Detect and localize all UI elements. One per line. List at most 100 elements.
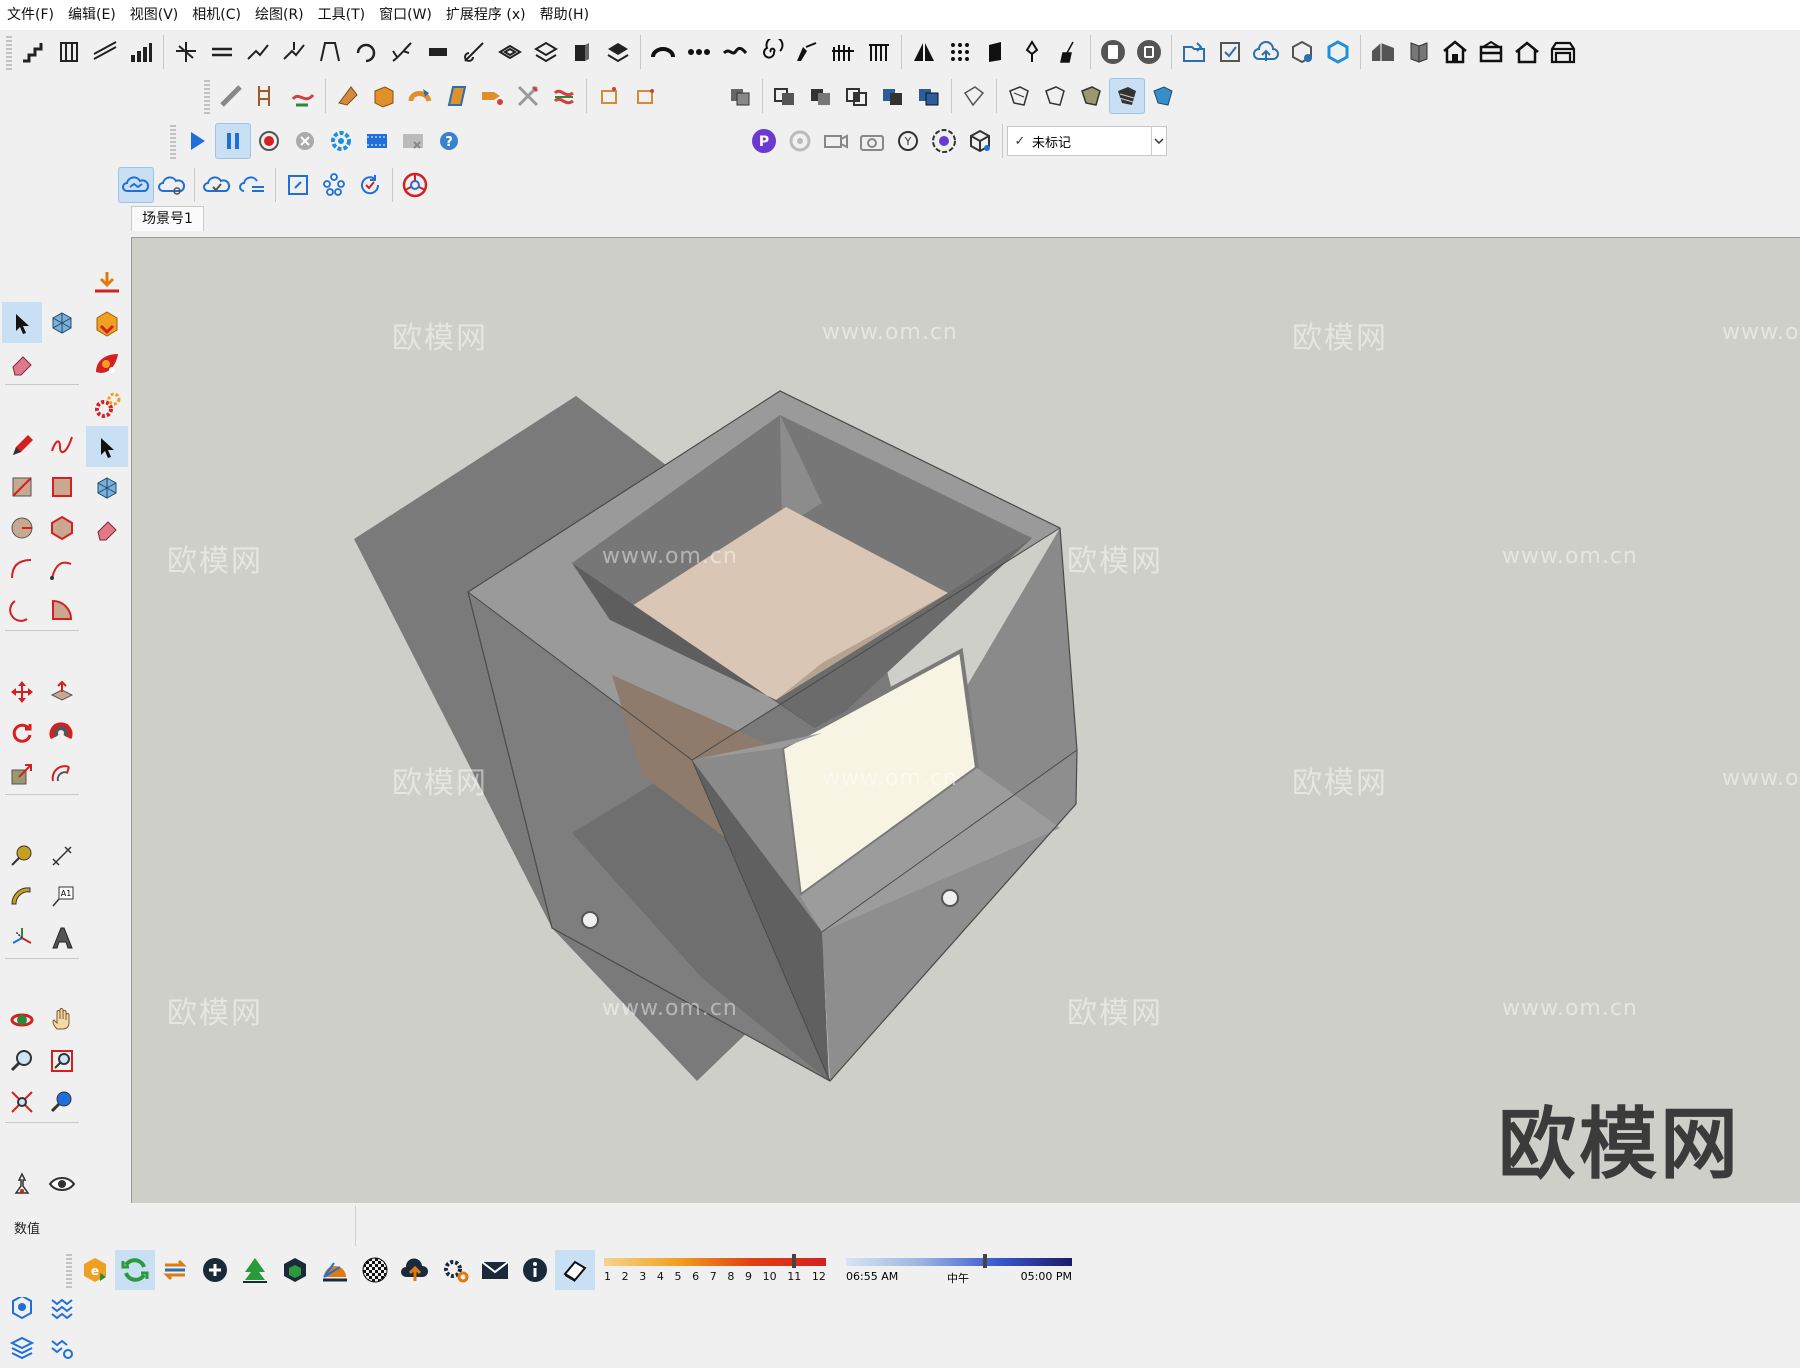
month-thumb[interactable] xyxy=(792,1254,796,1268)
join-icon[interactable] xyxy=(240,34,276,70)
scene-tab[interactable]: 场景号1 xyxy=(131,206,204,231)
rotated-rect-icon[interactable] xyxy=(42,466,82,507)
two-point-arc-icon[interactable] xyxy=(42,548,82,589)
dimension-icon[interactable] xyxy=(42,835,82,876)
3d-text-icon[interactable] xyxy=(42,917,82,958)
time-slider[interactable]: 06:55 AM 中午 05:00 PM xyxy=(846,1252,1072,1290)
hex-cube-icon[interactable] xyxy=(275,1250,315,1290)
menu-window[interactable]: 窗口(W) xyxy=(372,0,439,30)
bars-icon[interactable] xyxy=(123,34,159,70)
select-arrow-2-icon[interactable] xyxy=(86,426,128,467)
door-panel-icon[interactable] xyxy=(1401,34,1437,70)
three-point-arc-icon[interactable] xyxy=(2,589,42,630)
previous-view-icon[interactable] xyxy=(42,1081,82,1122)
flower-plugin-icon[interactable] xyxy=(926,123,962,159)
timer-y-icon[interactable]: Y xyxy=(890,123,926,159)
month-slider[interactable]: 1 2 3 4 5 6 7 8 9 10 11 12 xyxy=(604,1252,826,1290)
offset-icon[interactable] xyxy=(42,753,82,794)
toolbar-grip[interactable] xyxy=(6,34,12,70)
look-around-icon[interactable] xyxy=(42,1163,82,1204)
arc-icon[interactable] xyxy=(2,548,42,589)
checkbox-icon[interactable] xyxy=(1212,34,1248,70)
twist-icon[interactable] xyxy=(546,78,582,114)
colonnade-icon[interactable] xyxy=(861,34,897,70)
rotate-icon[interactable] xyxy=(2,712,42,753)
garage-icon[interactable] xyxy=(1545,34,1581,70)
cube-sync-icon[interactable] xyxy=(1284,34,1320,70)
pencil-icon[interactable] xyxy=(2,425,42,466)
menu-camera[interactable]: 相机(C) xyxy=(185,0,248,30)
fence-icon[interactable] xyxy=(825,34,861,70)
broom-icon[interactable] xyxy=(1050,34,1086,70)
pin-tool-icon[interactable] xyxy=(1014,34,1050,70)
materials-icon[interactable] xyxy=(86,344,128,385)
cloud-upload-2-icon[interactable] xyxy=(395,1250,435,1290)
move-icon[interactable] xyxy=(2,671,42,712)
film-export-icon[interactable] xyxy=(395,123,431,159)
plugin-p-icon[interactable]: P xyxy=(746,123,782,159)
layers-icon[interactable] xyxy=(2,1327,42,1368)
menu-edit[interactable]: 编辑(E) xyxy=(61,0,123,30)
box-orange-icon[interactable] xyxy=(366,78,402,114)
tablet-icon[interactable] xyxy=(1095,34,1131,70)
tag-select[interactable]: ✓ 未标记 xyxy=(1007,126,1167,156)
cloud-check-icon[interactable] xyxy=(199,167,235,203)
beam-icon[interactable] xyxy=(204,34,240,70)
column-icon[interactable] xyxy=(51,34,87,70)
panel-icon[interactable] xyxy=(978,34,1014,70)
chevron-down-icon[interactable] xyxy=(1151,127,1166,155)
house-icon[interactable] xyxy=(1437,34,1473,70)
axes-icon[interactable] xyxy=(2,917,42,958)
follow-me-icon[interactable] xyxy=(42,712,82,753)
zoom-extents-icon[interactable] xyxy=(2,1081,42,1122)
boolean-intersect-icon[interactable] xyxy=(839,78,875,114)
face-outline-icon[interactable] xyxy=(956,78,992,114)
zoom-icon[interactable] xyxy=(2,1040,42,1081)
checker-sphere-icon[interactable] xyxy=(355,1250,395,1290)
component-box-icon[interactable] xyxy=(962,123,998,159)
rail-icon[interactable] xyxy=(87,34,123,70)
stair-icon[interactable] xyxy=(15,34,51,70)
house-3d-icon[interactable] xyxy=(1365,34,1401,70)
record-icon[interactable] xyxy=(251,123,287,159)
freehand-icon[interactable] xyxy=(42,425,82,466)
render-settings-icon[interactable] xyxy=(435,1250,475,1290)
shaded-style-icon[interactable] xyxy=(1073,78,1109,114)
camera-icon[interactable] xyxy=(854,123,890,159)
slab-icon[interactable] xyxy=(420,34,456,70)
textured-style-icon[interactable] xyxy=(1109,78,1145,114)
chain-icon[interactable] xyxy=(681,34,717,70)
menu-tools[interactable]: 工具(T) xyxy=(311,0,372,30)
group-icon[interactable] xyxy=(722,78,758,114)
time-thumb[interactable] xyxy=(983,1254,987,1268)
position-camera-icon[interactable] xyxy=(2,1163,42,1204)
taper-icon[interactable] xyxy=(474,78,510,114)
tape-measure-icon[interactable] xyxy=(2,835,42,876)
wave-settings-icon[interactable] xyxy=(42,1327,82,1368)
mail-icon[interactable] xyxy=(475,1250,515,1290)
skew-icon[interactable] xyxy=(438,78,474,114)
boolean-split-icon[interactable] xyxy=(911,78,947,114)
gears-icon[interactable] xyxy=(86,385,128,426)
cloud-list-icon[interactable] xyxy=(235,167,271,203)
eraser-2-icon[interactable] xyxy=(86,508,128,549)
line-tool-icon[interactable] xyxy=(213,78,249,114)
zoom-window-icon[interactable] xyxy=(42,1040,82,1081)
components-2-icon[interactable] xyxy=(86,467,128,508)
spiral-icon[interactable] xyxy=(753,34,789,70)
pen-curve-icon[interactable] xyxy=(456,34,492,70)
rectangle-icon[interactable] xyxy=(2,466,42,507)
menu-view[interactable]: 视图(V) xyxy=(123,0,186,30)
menu-extensions[interactable]: 扩展程序 (x) xyxy=(439,0,533,30)
roof-tool-icon[interactable] xyxy=(168,34,204,70)
eraser-icon[interactable] xyxy=(2,343,42,384)
hexagon-link-icon[interactable] xyxy=(1320,34,1356,70)
sunrise-icon[interactable] xyxy=(315,1250,355,1290)
pie-icon[interactable] xyxy=(42,589,82,630)
export-e-icon[interactable]: e xyxy=(75,1250,115,1290)
menu-help[interactable]: 帮助(H) xyxy=(533,0,596,30)
molecule-icon[interactable] xyxy=(316,167,352,203)
orbit-icon[interactable] xyxy=(2,999,42,1040)
pause-icon[interactable] xyxy=(215,123,251,159)
shell-icon[interactable] xyxy=(330,78,366,114)
